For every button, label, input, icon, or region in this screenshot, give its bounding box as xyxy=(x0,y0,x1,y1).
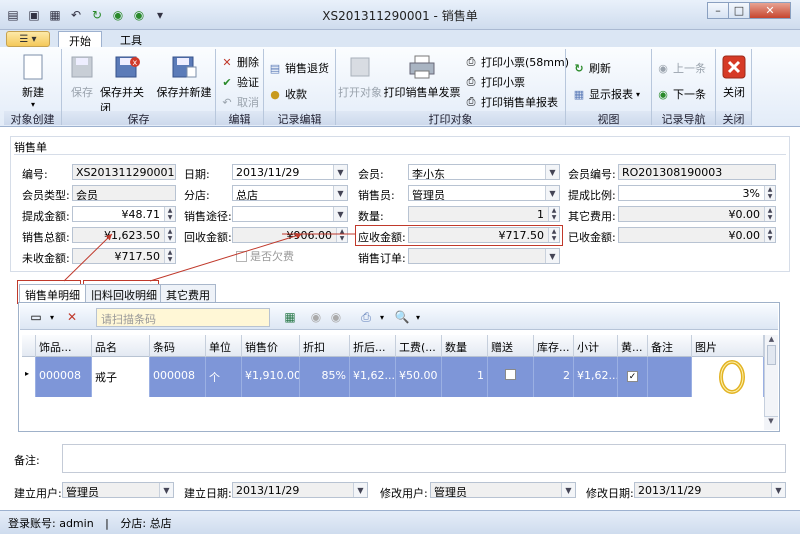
status-store: 分店: 总店 xyxy=(120,517,172,530)
row-indicator-header xyxy=(22,335,36,357)
col-header[interactable]: 条码 xyxy=(150,335,206,357)
created-date-field[interactable]: 2013/11/29 ▼ xyxy=(232,482,368,498)
status-account: 登录账号: admin xyxy=(8,517,94,530)
col-header[interactable]: 赠送 xyxy=(488,335,534,357)
arrow-left-icon[interactable]: ◉ xyxy=(308,309,324,325)
cell-after-discount[interactable]: ¥1,62... xyxy=(350,357,396,397)
col-header[interactable]: 小计 xyxy=(574,335,618,357)
col-header[interactable]: 工费(... xyxy=(396,335,442,357)
cell-unit[interactable]: 个 xyxy=(206,357,242,397)
cell-name[interactable]: 戒子 xyxy=(92,357,150,397)
note-input[interactable] xyxy=(62,444,786,473)
tab-recycle-detail[interactable]: 旧料回收明细 xyxy=(85,284,163,302)
cell-barcode[interactable]: 000008 xyxy=(150,357,206,397)
cell-image[interactable] xyxy=(692,357,764,397)
col-header[interactable]: 图片 xyxy=(692,335,764,357)
created-date-label: 建立日期: xyxy=(184,487,232,500)
modified-date-field[interactable]: 2013/11/29 ▼ xyxy=(634,482,786,498)
modified-by-label: 修改用户: xyxy=(380,487,428,500)
gift-checkbox[interactable] xyxy=(505,369,516,380)
col-header[interactable]: 库存... xyxy=(534,335,574,357)
cell-gold[interactable]: ✓ xyxy=(618,357,648,397)
chevron-down-icon[interactable]: ▼ xyxy=(561,483,575,497)
cell-discount[interactable]: 85% xyxy=(300,357,350,397)
cell-qty[interactable]: 1 xyxy=(442,357,488,397)
col-header[interactable]: 折扣 xyxy=(300,335,350,357)
gold-checkbox[interactable]: ✓ xyxy=(627,371,638,382)
chevron-down-icon[interactable]: ▼ xyxy=(353,483,367,497)
row-selector-icon[interactable]: ▸ xyxy=(22,357,36,397)
print-icon[interactable]: ⎙ xyxy=(358,309,374,325)
col-header[interactable]: 品名 xyxy=(92,335,150,357)
col-header[interactable]: 饰品... xyxy=(36,335,92,357)
chevron-down-icon[interactable]: ▾ xyxy=(44,309,60,325)
created-by-label: 建立用户: xyxy=(14,487,62,500)
scroll-thumb[interactable] xyxy=(767,345,776,365)
grid-scrollbar[interactable]: ▲ xyxy=(764,335,778,429)
col-header[interactable]: 黄... xyxy=(618,335,648,357)
cell-code[interactable]: 000008 xyxy=(36,357,92,397)
cell-stock[interactable]: 2 xyxy=(534,357,574,397)
col-header[interactable]: 数量 xyxy=(442,335,488,357)
cell-subtotal[interactable]: ¥1,62... xyxy=(574,357,618,397)
col-header[interactable]: 销售价 xyxy=(242,335,300,357)
delete-icon[interactable]: ✕ xyxy=(64,309,80,325)
modified-date-label: 修改日期: xyxy=(586,487,634,500)
cell-gift[interactable] xyxy=(488,357,534,397)
scroll-up-icon[interactable]: ▲ xyxy=(765,335,778,343)
tab-other-fees[interactable]: 其它费用 xyxy=(160,284,216,302)
col-header[interactable]: 单位 xyxy=(206,335,242,357)
status-separator: | xyxy=(105,517,109,530)
scroll-down-icon[interactable]: ▼ xyxy=(764,416,778,430)
grid-icon[interactable]: ▦ xyxy=(282,309,298,325)
chevron-down-icon[interactable]: ▾ xyxy=(374,309,390,325)
preview-icon[interactable]: 🔍 xyxy=(394,309,410,325)
new-doc-icon[interactable]: ▭ xyxy=(28,309,44,325)
chevron-down-icon[interactable]: ▼ xyxy=(159,483,173,497)
cell-price[interactable]: ¥1,910.00 xyxy=(242,357,300,397)
note-label: 备注: xyxy=(14,454,40,467)
barcode-scan-input[interactable]: 请扫描条码 xyxy=(96,308,270,327)
cell-labor[interactable]: ¥50.00 xyxy=(396,357,442,397)
chevron-down-icon[interactable]: ▼ xyxy=(771,483,785,497)
status-bar: 登录账号: admin | 分店: 总店 xyxy=(0,510,800,534)
ring-image xyxy=(719,360,745,394)
col-header[interactable]: 备注 xyxy=(648,335,692,357)
cell-remark[interactable] xyxy=(648,357,692,397)
grid-header: 饰品... 品名 条码 单位 销售价 折扣 折后... 工费(... 数量 赠送… xyxy=(22,335,764,357)
created-by-field[interactable]: 管理员 ▼ xyxy=(62,482,174,498)
chevron-down-icon[interactable]: ▾ xyxy=(410,309,426,325)
tab-sales-detail[interactable]: 销售单明细 xyxy=(19,284,86,302)
arrow-right-icon[interactable]: ◉ xyxy=(328,309,344,325)
col-header[interactable]: 折后... xyxy=(350,335,396,357)
table-row[interactable]: ▸ 000008 戒子 000008 个 ¥1,910.00 85% ¥1,62… xyxy=(22,357,764,397)
modified-by-field[interactable]: 管理员 ▼ xyxy=(430,482,576,498)
